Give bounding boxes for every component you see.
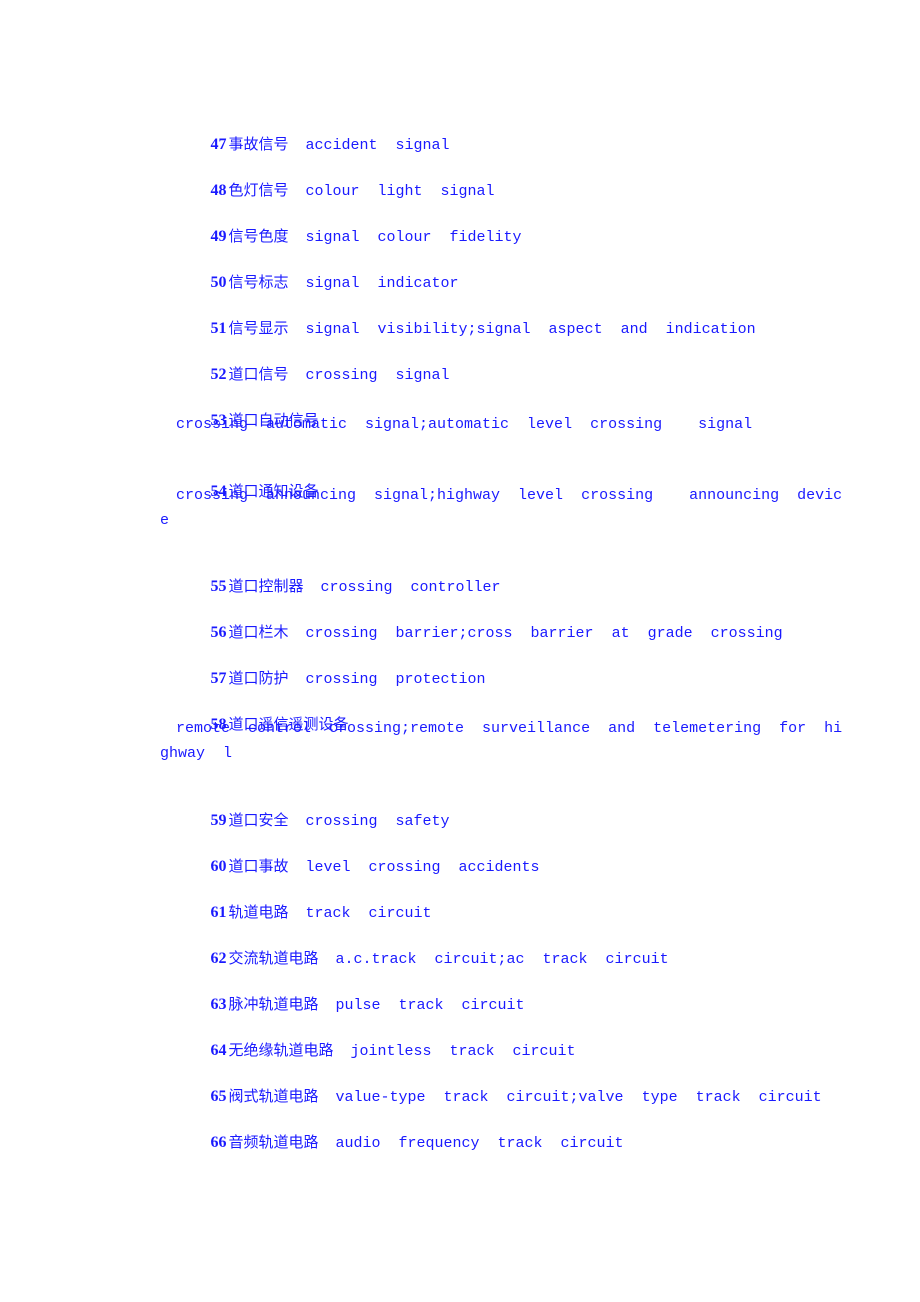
entry-english-term: value-type track circuit;valve type trac… [335,1089,822,1106]
entry-number: 65 [210,1088,227,1105]
entry-chinese-term: 轨道电路 [228,903,289,921]
entry-english-term: signal colour fidelity [305,229,522,246]
entry-number: 56 [210,624,227,641]
entry-chinese-term: 道口控制器 [228,577,304,595]
entry-english-term: crossing barrier;cross barrier at grade … [305,625,783,642]
entry-chinese-term: 信号标志 [228,273,289,291]
entry-number: 66 [210,1134,227,1151]
entry-number: 62 [210,950,227,967]
entry-chinese-term: 交流轨道电路 [228,949,319,967]
entry-english-term: crossing safety [305,813,450,830]
entry-english-term: crossing protection [305,671,486,688]
entry-english-term: signal visibility;signal aspect and indi… [305,321,756,338]
entry-english-term: audio frequency track circuit [335,1135,624,1152]
entry-english-term: pulse track circuit [335,997,525,1014]
entry-number: 48 [210,182,227,199]
entry-english-term: signal indicator [305,275,459,292]
entry-chinese-term: 信号色度 [228,227,289,245]
entry-english-term: crossing controller [320,579,501,596]
entry-chinese-term: 道口安全 [228,811,289,829]
entry-english-term: level crossing accidents [305,859,540,876]
entry-number: 60 [210,858,227,875]
entry-number: 49 [210,228,227,245]
entry-english-term: a.c.track circuit;ac track circuit [335,951,669,968]
entry-english-term: crossing automatic signal;automatic leve… [176,416,753,433]
entry-english-term: accident signal [305,137,450,154]
entry-number: 50 [210,274,227,291]
entry-chinese-term: 脉冲轨道电路 [228,995,319,1013]
entry-english-term: crossing signal [305,367,450,384]
entry-english-term: colour light signal [305,183,495,200]
entry-number: 47 [210,136,227,153]
entry-english-term: crossing announcing signal;highway level… [176,487,843,504]
entry-number: 61 [210,904,227,921]
entry-chinese-term: 阀式轨道电路 [228,1087,319,1105]
entry-number: 57 [210,670,227,687]
entry-chinese-term: 道口信号 [228,365,289,383]
entry-english-term: jointless track circuit [350,1043,576,1060]
entry-number: 51 [210,320,227,337]
entry-chinese-term: 无绝缘轨道电路 [228,1041,334,1059]
entry-chinese-term: 信号显示 [228,319,289,337]
entry-number: 63 [210,996,227,1013]
entry-chinese-term: 道口防护 [228,669,289,687]
entry-english-term-continued: e [160,512,170,529]
entry-chinese-term: 道口栏木 [228,623,289,641]
entry-english-term-continued: ghway l [160,745,233,762]
entry-chinese-term: 道口事故 [228,857,289,875]
entry-number: 52 [210,366,227,383]
entry-chinese-term: 事故信号 [228,135,289,153]
entry-english-term: remote control crossing;remote surveilla… [176,720,843,737]
entry-english-term: track circuit [305,905,432,922]
entry-number: 64 [210,1042,227,1059]
entry-chinese-term: 音频轨道电路 [228,1133,319,1151]
entry-number: 55 [210,578,227,595]
document-page: 47 事故信号 accident signal 48 色灯信号 colour light… [0,0,920,1302]
entry-chinese-term: 色灯信号 [228,181,289,199]
entry-headline: 66 音频轨道电路 audio frequency track circuit [188,1112,624,1174]
entry-number: 59 [210,812,227,829]
